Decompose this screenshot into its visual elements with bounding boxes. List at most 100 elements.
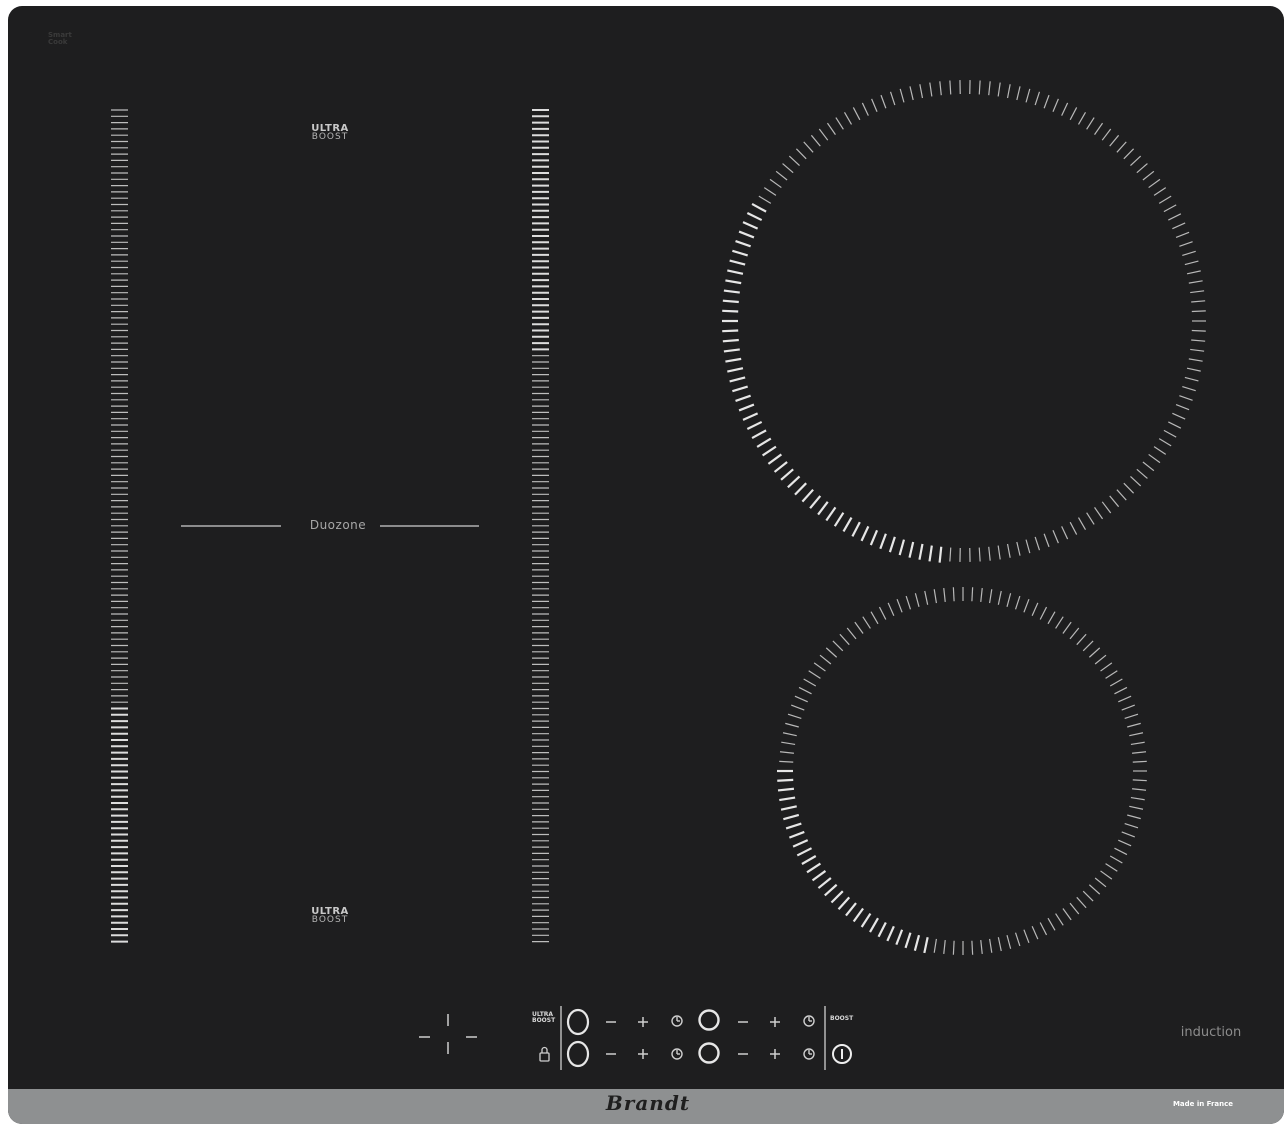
ring-tick (887, 602, 895, 616)
boost-key-label[interactable]: BOOST (830, 1016, 853, 1022)
ring-tick (1109, 855, 1123, 864)
ring-tick (1061, 102, 1069, 116)
timer-icon-left[interactable] (671, 1015, 683, 1027)
ring-tick (794, 695, 808, 703)
ring-tick (842, 517, 853, 532)
ring-tick (1023, 929, 1030, 943)
ring-tick (777, 778, 794, 782)
ring-tick (1148, 453, 1161, 464)
ring-tick (1039, 606, 1048, 620)
ring-tick (1014, 595, 1021, 610)
ring-tick (833, 512, 845, 527)
ring-tick (1168, 421, 1182, 429)
ring-tick (1188, 280, 1203, 284)
ring-tick (746, 211, 763, 222)
ring-tick (869, 917, 879, 933)
ring-tick (825, 647, 838, 658)
ring-tick (895, 929, 904, 946)
ring-tick (824, 883, 838, 897)
ring-tick (1025, 88, 1031, 103)
ring-tick (919, 84, 924, 99)
ring-tick (801, 488, 814, 503)
ring-tick (861, 102, 869, 116)
zone-selector-front-left[interactable] (566, 1008, 590, 1036)
timer-icon-right-2[interactable] (803, 1048, 815, 1060)
ring-tick (732, 385, 749, 393)
ring-tick (1116, 141, 1127, 153)
ring-tick (729, 259, 746, 266)
ring-tick (908, 541, 915, 558)
ring-tick (729, 376, 746, 383)
plus-button-right[interactable] (770, 1017, 780, 1027)
ring-tick (1082, 640, 1094, 652)
ring-tick (997, 590, 1002, 605)
ring-tick (725, 357, 742, 363)
ring-tick (1175, 404, 1190, 411)
ring-tick (869, 529, 879, 546)
ring-tick (783, 813, 800, 821)
ring-tick (1132, 760, 1147, 763)
ring-tick (929, 82, 933, 97)
large-round-zone-ring (722, 80, 1206, 563)
ring-tick (989, 589, 993, 604)
ring-tick (904, 932, 912, 949)
zone-selector-rear-left[interactable] (566, 1040, 590, 1068)
ring-tick (803, 678, 817, 687)
ring-tick (1043, 533, 1050, 548)
ring-tick (1082, 890, 1094, 902)
ring-tick (722, 338, 739, 343)
ring-tick (1109, 495, 1120, 508)
ring-tick (767, 453, 782, 465)
ring-tick (742, 221, 759, 230)
ultra-boost-bottom-label: ULTRA BOOST (295, 907, 365, 925)
ring-tick (1047, 917, 1056, 931)
ring-tick (870, 611, 879, 625)
plus-button-right-2[interactable] (770, 1049, 780, 1059)
ring-tick (727, 367, 744, 373)
ring-tick (751, 429, 767, 440)
ultra-boost-key-label[interactable]: ULTRA BOOST (532, 1012, 555, 1024)
plus-button-left-2[interactable] (638, 1049, 648, 1059)
ring-tick (1077, 111, 1087, 125)
zone-selector-front-right[interactable] (698, 1042, 720, 1064)
timer-icon-left-2[interactable] (671, 1048, 683, 1060)
ring-tick (775, 170, 788, 181)
lock-icon[interactable] (539, 1046, 550, 1062)
ring-tick (1109, 134, 1120, 147)
ring-tick (851, 521, 861, 537)
ring-tick (811, 870, 827, 882)
ring-tick (1006, 84, 1011, 99)
ring-tick (905, 595, 912, 610)
ring-tick (727, 269, 744, 275)
ring-tick (1031, 926, 1039, 940)
ring-tick (1129, 732, 1144, 737)
ring-tick (1109, 678, 1123, 687)
ring-tick (997, 545, 1001, 560)
plus-button-left[interactable] (638, 1017, 648, 1027)
ring-tick (933, 938, 937, 953)
ring-tick (1179, 395, 1193, 401)
ring-tick (742, 412, 759, 421)
ring-tick (1190, 290, 1205, 294)
ring-tick (787, 475, 801, 489)
ring-tick (1163, 429, 1177, 438)
ring-tick (871, 98, 878, 112)
ring-tick (1148, 178, 1161, 189)
ring-tick (810, 134, 821, 147)
ring-tick (773, 461, 788, 473)
ring-tick (782, 163, 794, 174)
ring-tick (1062, 908, 1072, 921)
ring-tick (889, 91, 896, 106)
ring-tick (798, 686, 812, 695)
ring-tick (763, 187, 777, 196)
ring-tick (1175, 231, 1190, 238)
ring-tick (1094, 122, 1104, 135)
ring-tick (782, 732, 797, 737)
ring-tick (809, 495, 822, 509)
timer-icon-right[interactable] (803, 1015, 815, 1027)
zone-selector-rear-right[interactable] (698, 1009, 720, 1031)
ring-tick (914, 593, 920, 607)
ring-tick (886, 925, 895, 942)
power-icon[interactable] (832, 1044, 852, 1064)
left-zone-edge-marks (111, 109, 128, 943)
